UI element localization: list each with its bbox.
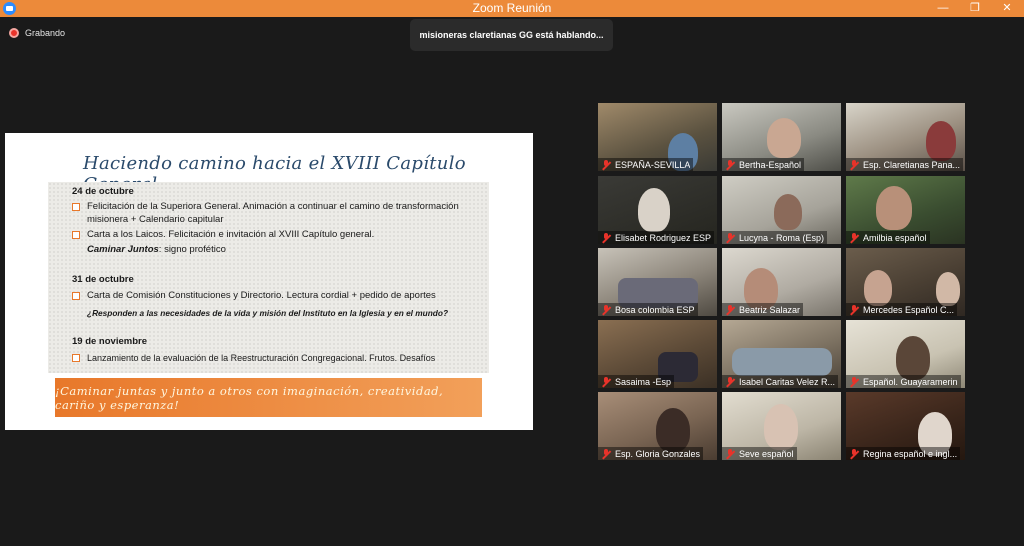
muted-mic-icon <box>725 304 735 315</box>
participant-name: Lucyna - Roma (Esp) <box>739 232 825 243</box>
checkbox-icon <box>72 203 80 211</box>
recording-label: Grabando <box>25 28 66 38</box>
minimize-icon[interactable]: — <box>928 0 958 17</box>
video-tile[interactable]: Sasaima -Esp <box>598 320 717 388</box>
slide-agenda-box: 24 de octubre Felicitación de la Superio… <box>48 182 489 373</box>
muted-mic-icon <box>849 159 859 170</box>
muted-mic-icon <box>725 232 735 243</box>
muted-mic-icon <box>849 448 859 459</box>
video-tile[interactable]: Isabel Caritas Velez R... <box>722 320 841 388</box>
muted-mic-icon <box>725 448 735 459</box>
video-tile[interactable]: Español. Guayaramerin <box>846 320 965 388</box>
restore-icon[interactable]: ❐ <box>960 0 990 17</box>
participant-name: Seve español <box>739 448 794 459</box>
muted-mic-icon <box>601 232 611 243</box>
agenda-date: 31 de octubre <box>72 274 134 285</box>
participant-name: Sasaima -Esp <box>615 376 672 387</box>
video-tile[interactable]: Seve español <box>722 392 841 460</box>
video-tile[interactable]: Regina español e ingl... <box>846 392 965 460</box>
agenda-item: Carta a los Laicos. Felicitación e invit… <box>72 229 487 242</box>
participant-name: Esp. Claretianas Pana... <box>863 159 961 170</box>
agenda-date: 19 de noviembre <box>72 336 147 347</box>
video-tile[interactable]: Amilbia español <box>846 176 965 244</box>
muted-mic-icon <box>849 376 859 387</box>
record-icon <box>9 28 19 38</box>
muted-mic-icon <box>601 448 611 459</box>
agenda-item: Carta de Comisión Constituciones y Direc… <box>72 290 487 303</box>
window-title: Zoom Reunión <box>472 1 552 15</box>
participant-name: Esp. Gloria Gonzales <box>615 448 701 459</box>
agenda-item: Felicitación de la Superiora General. An… <box>72 201 487 226</box>
participant-name: Regina español e ingl... <box>863 448 958 459</box>
muted-mic-icon <box>601 159 611 170</box>
window-titlebar: Zoom Reunión — ❐ ✕ <box>0 0 1024 17</box>
video-tile[interactable]: Esp. Claretianas Pana... <box>846 103 965 171</box>
slide-banner-text: ¡Caminar juntas y junto a otros con imag… <box>55 383 444 412</box>
video-tile[interactable]: ESPAÑA-SEVILLA <box>598 103 717 171</box>
participant-name: Amilbia español <box>863 232 927 243</box>
muted-mic-icon <box>601 376 611 387</box>
video-tile[interactable]: Elisabet Rodriguez ESP <box>598 176 717 244</box>
video-tile[interactable]: Bertha-Español <box>722 103 841 171</box>
checkbox-icon <box>72 292 80 300</box>
agenda-note: ¿Responden a las necesidades de la vida … <box>87 308 449 318</box>
active-speaker-toast: misioneras claretianas GG está hablando.… <box>410 19 613 51</box>
participant-name: Beatriz Salazar <box>739 304 801 315</box>
muted-mic-icon <box>601 304 611 315</box>
checkbox-icon <box>72 231 80 239</box>
checkbox-icon <box>72 354 80 362</box>
agenda-note: Caminar Juntos: signo profético <box>87 244 226 255</box>
participant-name: Español. Guayaramerin <box>863 376 958 387</box>
muted-mic-icon <box>849 304 859 315</box>
video-tile[interactable]: Esp. Gloria Gonzales <box>598 392 717 460</box>
participant-name: Bertha-Español <box>739 159 802 170</box>
close-icon[interactable]: ✕ <box>992 0 1022 17</box>
video-tile[interactable]: Lucyna - Roma (Esp) <box>722 176 841 244</box>
video-tile[interactable]: Beatriz Salazar <box>722 248 841 316</box>
recording-indicator[interactable]: Grabando <box>9 26 65 40</box>
video-tile[interactable]: Bosa colombia ESP <box>598 248 717 316</box>
participant-name: Isabel Caritas Velez R... <box>739 376 836 387</box>
participant-name: Bosa colombia ESP <box>615 304 695 315</box>
video-tile[interactable]: Mercedes Español C... <box>846 248 965 316</box>
agenda-date: 24 de octubre <box>72 186 134 197</box>
participant-name: Mercedes Español C... <box>863 304 955 315</box>
muted-mic-icon <box>725 376 735 387</box>
muted-mic-icon <box>725 159 735 170</box>
shared-screen-slide: Haciendo camino hacia el XVIII Capítulo … <box>5 133 533 430</box>
participant-name: Elisabet Rodriguez ESP <box>615 232 712 243</box>
muted-mic-icon <box>849 232 859 243</box>
slide-banner: ¡Caminar juntas y junto a otros con imag… <box>55 378 482 417</box>
agenda-item: Lanzamiento de la evaluación de la Reest… <box>72 352 487 365</box>
participant-name: ESPAÑA-SEVILLA <box>615 159 691 170</box>
